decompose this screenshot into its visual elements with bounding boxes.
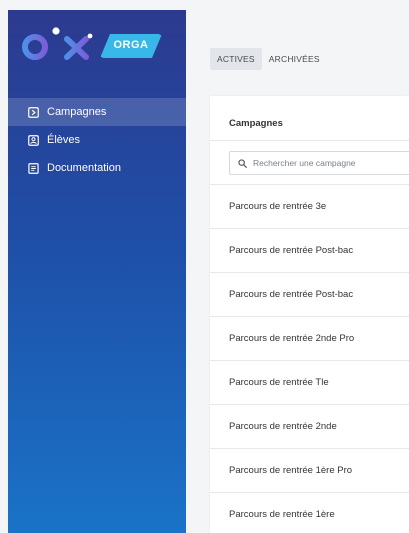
sidebar-item-label: Documentation: [47, 162, 121, 174]
students-icon: [28, 134, 39, 146]
list-item[interactable]: Parcours de rentrée Post-bac: [210, 272, 409, 316]
pix-orga-logo[interactable]: ORGA: [20, 26, 170, 70]
campaign-tabs: ACTIVES ARCHIVÉES: [210, 48, 327, 70]
orga-badge-label: ORGA: [113, 39, 149, 51]
search-box[interactable]: [229, 151, 409, 175]
pix-logo-icon: [21, 27, 93, 70]
sidebar-nav: Campagnes Élèves Documentation: [8, 98, 186, 182]
divider: [210, 140, 409, 141]
search-icon: [238, 158, 247, 168]
sidebar-item-campagnes[interactable]: Campagnes: [8, 98, 186, 126]
panel-title: Campagnes: [229, 118, 283, 129]
document-icon: [28, 162, 39, 174]
list-item[interactable]: Parcours de rentrée 3e: [210, 184, 409, 228]
tab-actives[interactable]: ACTIVES: [210, 48, 262, 70]
sidebar: ORGA Campagnes Élèves Documentation: [8, 10, 186, 533]
sidebar-item-label: Campagnes: [47, 106, 107, 118]
list-item[interactable]: Parcours de rentrée 2nde Pro: [210, 316, 409, 360]
tab-archivees[interactable]: ARCHIVÉES: [262, 48, 327, 70]
list-item[interactable]: Parcours de rentrée Tle: [210, 360, 409, 404]
app-window: ORGA Campagnes Élèves Documentation ACTI…: [0, 0, 409, 533]
search-input[interactable]: [253, 158, 403, 168]
sidebar-item-documentation[interactable]: Documentation: [8, 154, 186, 182]
sidebar-item-label: Élèves: [47, 134, 81, 146]
orga-badge: ORGA: [100, 34, 162, 58]
main-content: ACTIVES ARCHIVÉES Campagnes Parcours de …: [186, 10, 409, 533]
list-item[interactable]: Parcours de rentrée 1ère Pro: [210, 448, 409, 492]
list-item[interactable]: Parcours de rentrée Post-bac: [210, 228, 409, 272]
list-item[interactable]: Parcours de rentrée 2nde: [210, 404, 409, 448]
list-item[interactable]: Parcours de rentrée 1ère: [210, 492, 409, 533]
campaigns-panel: Campagnes Parcours de rentrée 3e Parcour…: [210, 96, 409, 533]
campaign-icon: [28, 106, 39, 118]
sidebar-item-eleves[interactable]: Élèves: [8, 126, 186, 154]
campaign-list: Parcours de rentrée 3e Parcours de rentr…: [210, 184, 409, 533]
